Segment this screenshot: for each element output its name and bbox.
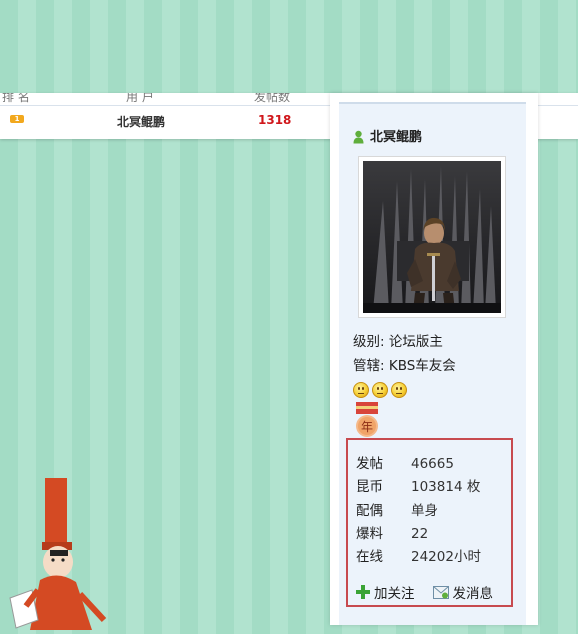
smiley-icon — [391, 382, 407, 398]
smiley-icon — [353, 382, 369, 398]
profile-username[interactable]: 北冥鲲鹏 — [370, 126, 422, 145]
stat-label: 昆币 — [356, 479, 383, 495]
stat-value: 22 — [411, 526, 429, 542]
stats-box: 发帖 46665 昆币 103814 枚 配偶 单身 爆料 22 在线 24202小时 — [346, 438, 513, 607]
stat-spouse: 配偶 单身 — [356, 499, 438, 519]
stat-posts: 发帖 46665 — [356, 452, 454, 472]
stat-value: 46665 — [411, 456, 454, 472]
medal-icon[interactable]: 年 — [354, 402, 380, 442]
medal-text: 年 — [361, 420, 373, 434]
plus-icon — [356, 585, 370, 599]
stat-label: 发帖 — [356, 456, 383, 472]
profile-name-row: 北冥鲲鹏 — [353, 126, 422, 145]
header-col-rank: 排 名 — [2, 93, 30, 104]
follow-button[interactable]: 加关注 — [356, 582, 415, 602]
row-username-link[interactable]: 北冥鲲鹏 — [117, 113, 165, 130]
profile-actions: 加关注 发消息 — [356, 582, 493, 602]
stat-label: 在线 — [356, 549, 383, 565]
user-icon — [353, 129, 364, 143]
row-post-count: 1318 — [258, 113, 292, 127]
stat-coins: 昆币 103814 枚 — [356, 475, 480, 495]
profile-level: 级别: 论坛版主 — [353, 334, 443, 350]
stat-online: 在线 24202小时 — [356, 545, 481, 565]
stat-scoops: 爆料 22 — [356, 522, 428, 542]
stat-value: 单身 — [411, 503, 438, 519]
stat-label: 爆料 — [356, 526, 383, 542]
badge-row — [353, 382, 410, 398]
follow-label: 加关注 — [374, 586, 415, 602]
rank-badge: 1 — [10, 115, 24, 123]
message-label: 发消息 — [452, 586, 494, 602]
mail-icon — [432, 585, 449, 599]
profile-card-body: 北冥鲲鹏 级别: 论坛版主 管辖: KBS车友会 年 发帖 46665 昆币 1… — [339, 102, 526, 625]
avatar-image — [363, 161, 501, 313]
header-col-user: 用 户 — [126, 93, 154, 104]
profile-card: 北冥鲲鹏 级别: 论坛版主 管辖: KBS车友会 年 发帖 46665 昆币 1… — [330, 93, 538, 625]
send-message-button[interactable]: 发消息 — [432, 582, 494, 602]
decorative-character — [0, 470, 150, 630]
avatar[interactable] — [358, 156, 506, 318]
smiley-icon — [372, 382, 388, 398]
header-col-posts: 发帖数 — [254, 93, 291, 104]
profile-manages: 管辖: KBS车友会 — [353, 358, 456, 374]
stat-value: 24202小时 — [411, 549, 481, 565]
stat-value: 103814 枚 — [411, 479, 481, 495]
stat-label: 配偶 — [356, 503, 383, 519]
